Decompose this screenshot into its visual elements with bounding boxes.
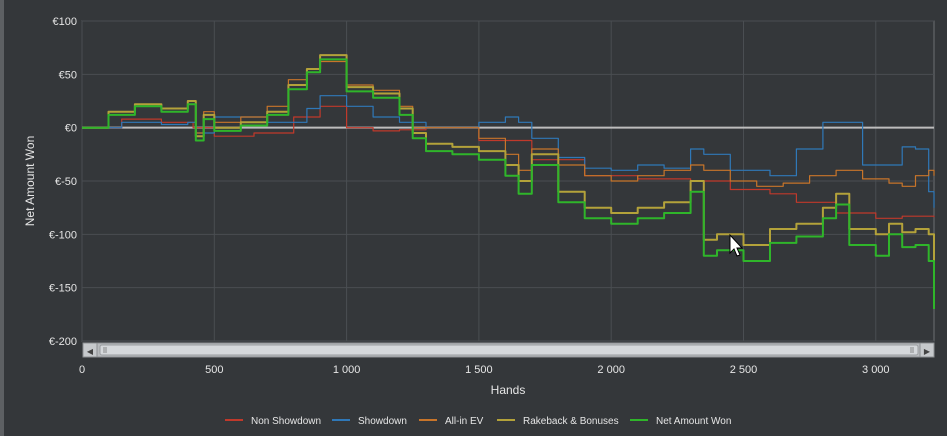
- y-axis: €100 €50 €0 €-50 €-100 €-150 €-200: [49, 16, 77, 348]
- y-tick-label: €-50: [55, 176, 77, 188]
- y-tick-label: €50: [59, 69, 77, 81]
- legend-label-showdown: Showdown: [358, 416, 407, 427]
- scrollbar-thumb[interactable]: [99, 344, 919, 356]
- x-tick-label: 3 000: [862, 364, 890, 376]
- x-axis-title: Hands: [491, 383, 526, 397]
- x-tick-label: 1 000: [333, 364, 361, 376]
- x-tick-label: 500: [205, 364, 223, 376]
- x-tick-label: 2 500: [730, 364, 758, 376]
- legend: Non Showdown Showdown All-in EV Rakeback & …: [225, 416, 731, 427]
- horizontal-scrollbar[interactable]: ◀ ▶: [82, 342, 935, 358]
- legend-label-net-amount-won: Net Amount Won: [656, 416, 731, 427]
- legend-label-non-showdown: Non Showdown: [251, 416, 321, 427]
- y-tick-label: €100: [53, 16, 77, 28]
- chart: €100 €50 €0 €-50 €-100 €-150 €-200 0 500 1 000 1 …: [23, 16, 935, 427]
- x-tick-label: 1 500: [465, 364, 493, 376]
- x-tick-label: 0: [79, 364, 85, 376]
- legend-label-all-in-ev: All-in EV: [445, 416, 484, 427]
- y-axis-title: Net Amount Won: [23, 136, 37, 227]
- y-tick-label: €0: [65, 123, 77, 135]
- y-tick-label: €-200: [49, 336, 77, 348]
- right-arrow-icon: ▶: [924, 347, 931, 356]
- y-tick-label: €-100: [49, 229, 77, 241]
- y-tick-label: €-150: [49, 283, 77, 295]
- x-tick-label: 2 000: [597, 364, 625, 376]
- x-axis: 0 500 1 000 1 500 2 000 2 500 3 000: [79, 364, 890, 376]
- legend-label-rakeback-bonuses: Rakeback & Bonuses: [523, 416, 619, 427]
- left-arrow-icon: ◀: [87, 347, 94, 356]
